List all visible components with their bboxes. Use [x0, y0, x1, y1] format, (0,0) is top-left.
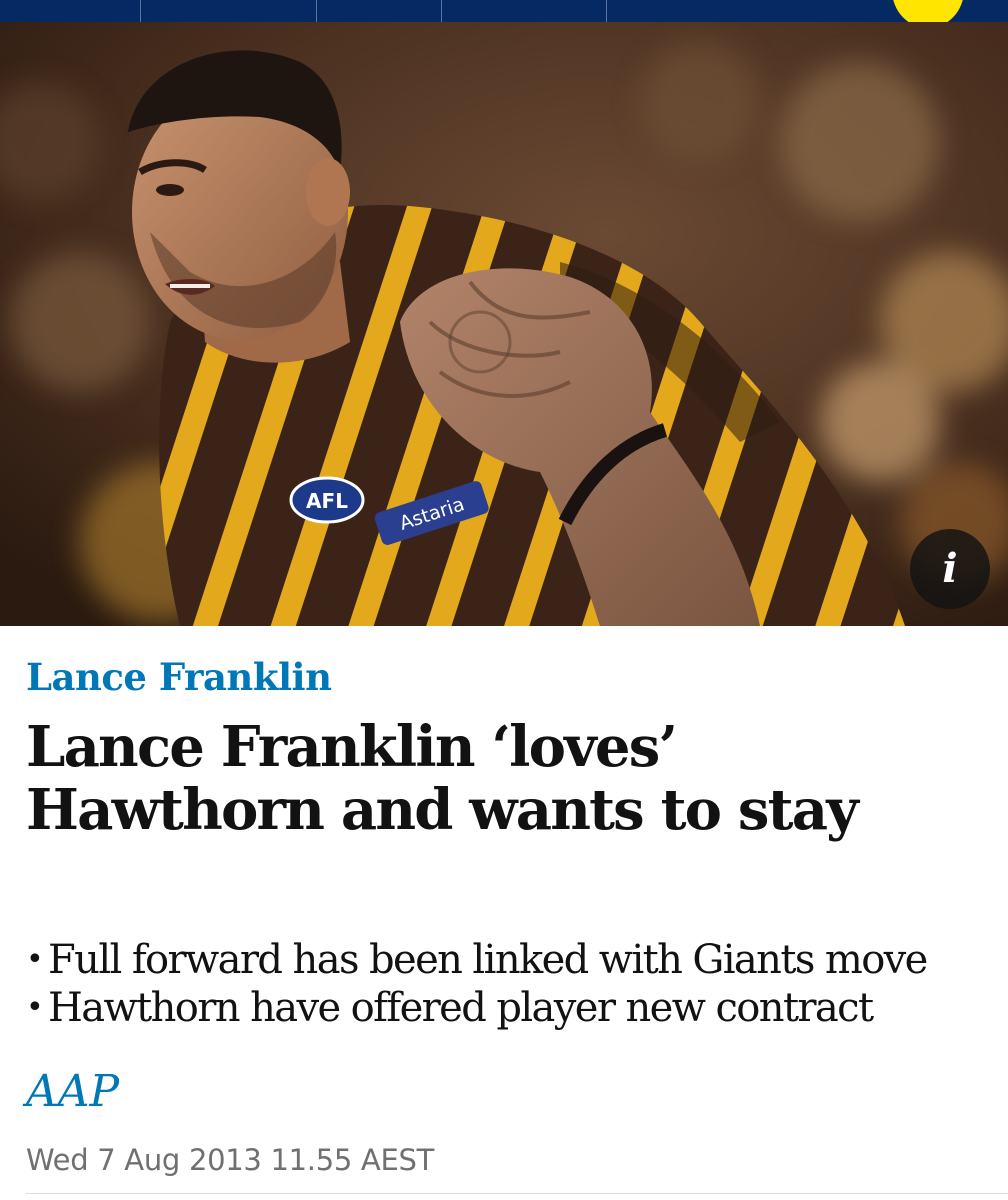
image-info-button[interactable]: i — [910, 529, 990, 609]
hero-photo: AFL Astaria — [0, 22, 1008, 626]
article-standfirst: • Full forward has been linked with Giant… — [26, 936, 996, 1032]
standfirst-item: • Hawthorn have offered player new contra… — [26, 984, 996, 1032]
nav-item-3[interactable] — [317, 0, 441, 22]
publication-date: Wed 7 Aug 2013 11.55 AEST — [26, 1143, 435, 1177]
nav-item-4[interactable] — [442, 0, 606, 22]
nav-item-5[interactable] — [607, 0, 887, 22]
afl-logo-text: AFL — [306, 489, 348, 513]
bullet-icon: • — [26, 942, 44, 977]
standfirst-item: • Full forward has been linked with Giant… — [26, 936, 996, 984]
section-kicker-link[interactable]: Lance Franklin — [26, 652, 332, 702]
author-byline-link[interactable]: AAP — [26, 1064, 119, 1120]
standfirst-text: Full forward has been linked with Giants… — [48, 937, 928, 983]
article-headline: Lance Franklin ‘loves’ Hawthorn and want… — [26, 714, 859, 843]
bullet-icon: • — [26, 990, 44, 1025]
top-navigation-bar — [0, 0, 1008, 28]
standfirst-text: Hawthorn have offered player new contrac… — [48, 985, 874, 1031]
nav-item-1[interactable] — [0, 0, 140, 22]
hero-image: AFL Astaria i — [0, 22, 1008, 626]
info-icon: i — [942, 545, 958, 592]
divider — [26, 1193, 1008, 1194]
nav-item-2[interactable] — [141, 0, 316, 22]
